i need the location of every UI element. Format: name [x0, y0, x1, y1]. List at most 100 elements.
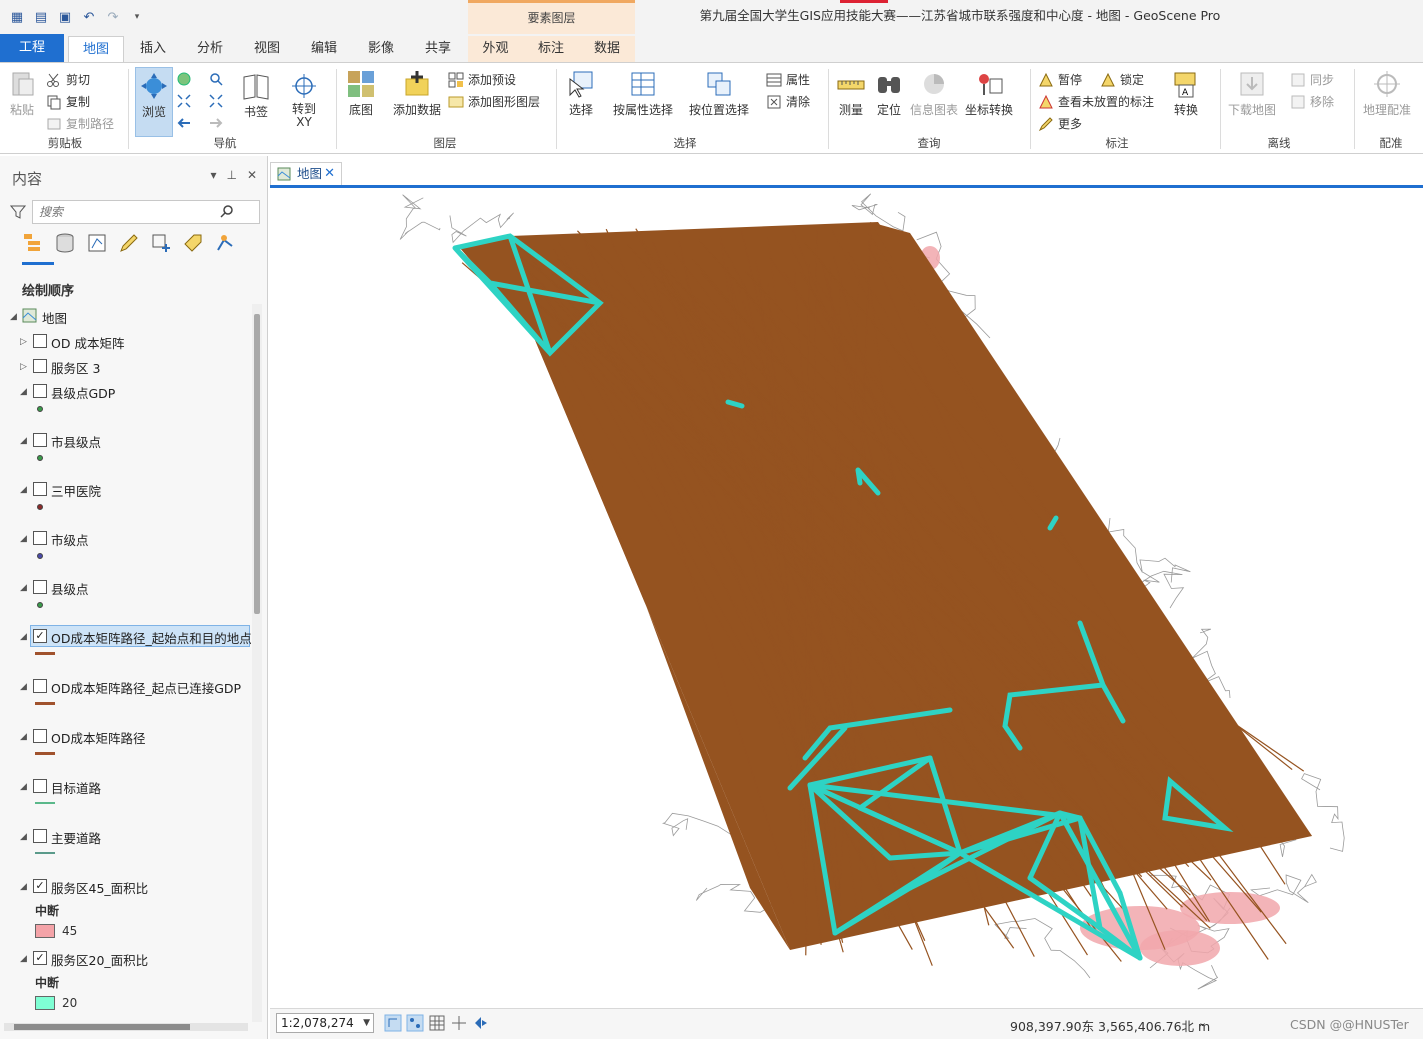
expand-icon[interactable]: ◢ — [20, 632, 27, 642]
line-symbol[interactable] — [35, 852, 55, 854]
tab-edit[interactable]: 编辑 — [299, 36, 349, 62]
snapping-icon[interactable] — [384, 1014, 402, 1032]
more-labeling-button[interactable]: 更多 — [1038, 115, 1082, 132]
lock-labeling-button[interactable]: 锁定 — [1100, 71, 1144, 88]
browse-button[interactable]: 浏览 — [136, 71, 172, 120]
contents-horizontal-scrollbar[interactable] — [4, 1023, 248, 1031]
save-project-icon[interactable]: ▣ — [56, 8, 74, 26]
download-map-button[interactable]: 下载地图 — [1226, 69, 1278, 118]
basemap-button[interactable]: 底图 — [344, 69, 378, 118]
expand-icon[interactable]: ◢ — [20, 782, 27, 792]
polygon-symbol[interactable] — [35, 996, 55, 1010]
add-data-button[interactable]: 添加数据 — [390, 69, 444, 118]
copy-path-button[interactable]: 复制路径 — [46, 115, 114, 132]
measure-button[interactable]: 测量 — [834, 69, 868, 118]
convert-labels-button[interactable]: A 转换 — [1168, 69, 1204, 118]
point-symbol[interactable] — [37, 602, 43, 608]
layer-visibility-checkbox[interactable] — [33, 334, 47, 348]
list-by-snapping-icon[interactable] — [150, 232, 172, 254]
georeference-button[interactable]: 地理配准 — [1358, 69, 1416, 118]
point-symbol[interactable] — [37, 504, 43, 510]
line-symbol[interactable] — [35, 752, 55, 755]
layer-visibility-checkbox[interactable]: ✓ — [33, 951, 47, 965]
customize-qat-icon[interactable]: ▾ — [128, 8, 146, 26]
tab-view[interactable]: 视图 — [242, 36, 292, 62]
expand-icon[interactable]: ◢ — [20, 583, 27, 593]
map-view-tab[interactable]: 地图 ✕ — [270, 162, 342, 186]
point-symbol[interactable] — [37, 455, 43, 461]
tab-analysis[interactable]: 分析 — [185, 36, 235, 62]
select-button[interactable]: 选择 — [564, 69, 598, 118]
paste-button[interactable]: 粘贴 — [6, 69, 38, 118]
locate-button[interactable]: 定位 — [872, 69, 906, 118]
scrollbar-thumb[interactable] — [254, 314, 260, 614]
layer-visibility-checkbox[interactable] — [33, 580, 47, 594]
layer-visibility-checkbox[interactable] — [33, 359, 47, 373]
line-symbol[interactable] — [35, 702, 55, 705]
tab-project[interactable]: 工程 — [0, 34, 64, 62]
search-icon[interactable] — [220, 204, 234, 218]
point-symbol[interactable] — [37, 553, 43, 559]
tab-imagery[interactable]: 影像 — [356, 36, 406, 62]
tab-insert[interactable]: 插入 — [128, 36, 178, 62]
scrollbar-thumb[interactable] — [14, 1024, 190, 1030]
remove-offline-button[interactable]: 移除 — [1290, 93, 1334, 110]
fixed-zoom-out-button[interactable] — [208, 93, 224, 109]
expand-icon[interactable]: ◢ — [20, 485, 27, 495]
view-unplaced-labels-button[interactable]: 查看未放置的标注 — [1038, 93, 1154, 110]
zoom-layer-button[interactable] — [208, 71, 224, 87]
layer-visibility-checkbox[interactable] — [33, 829, 47, 843]
layer-visibility-checkbox[interactable] — [33, 729, 47, 743]
grid-icon[interactable] — [428, 1014, 446, 1032]
list-by-labeling-icon[interactable] — [182, 232, 204, 254]
layer-visibility-checkbox[interactable] — [33, 779, 47, 793]
point-symbol[interactable] — [37, 406, 43, 412]
tab-data[interactable]: 数据 — [579, 36, 635, 62]
next-extent-button[interactable] — [208, 115, 224, 131]
expand-icon[interactable]: ◢ — [20, 732, 27, 742]
full-extent-button[interactable] — [176, 71, 192, 87]
close-icon[interactable]: ✕ — [324, 163, 335, 185]
chevron-down-icon[interactable]: ⌄ — [1198, 1016, 1207, 1029]
previous-extent-button[interactable] — [176, 115, 192, 131]
close-pane-icon[interactable]: ✕ — [247, 168, 257, 182]
expand-icon[interactable]: ◢ — [20, 954, 27, 964]
expand-icon[interactable]: ◢ — [10, 312, 17, 322]
expand-icon[interactable]: ◢ — [20, 832, 27, 842]
layer-visibility-checkbox[interactable] — [33, 482, 47, 496]
line-symbol[interactable] — [35, 652, 55, 655]
layer-visibility-checkbox[interactable]: ✓ — [33, 629, 47, 643]
cut-button[interactable]: 剪切 — [46, 71, 90, 88]
open-project-icon[interactable]: ▤ — [32, 8, 50, 26]
layer-visibility-checkbox[interactable]: ✓ — [33, 879, 47, 893]
list-by-perspective-icon[interactable] — [214, 232, 236, 254]
coordinate-conversion-button[interactable]: 坐标转换 — [962, 69, 1016, 118]
list-by-data-source-icon[interactable] — [54, 232, 76, 254]
constraints-icon[interactable] — [450, 1014, 468, 1032]
fixed-zoom-in-button[interactable] — [176, 93, 192, 109]
expand-icon[interactable]: ◢ — [20, 387, 27, 397]
expand-icon[interactable]: ◢ — [20, 534, 27, 544]
goto-xy-button[interactable]: 转到 XY — [286, 71, 322, 129]
layer-visibility-checkbox[interactable] — [33, 679, 47, 693]
layer-visibility-checkbox[interactable] — [33, 384, 47, 398]
tab-map[interactable]: 地图 — [68, 36, 124, 62]
tab-share[interactable]: 共享 — [413, 36, 463, 62]
contents-vertical-scrollbar[interactable] — [252, 304, 262, 1022]
layer-visibility-checkbox[interactable] — [33, 433, 47, 447]
filter-icon[interactable] — [10, 204, 26, 220]
pane-menu-icon[interactable]: ▾ — [210, 168, 216, 182]
expand-icon[interactable]: ◢ — [20, 682, 27, 692]
list-by-drawing-order-icon[interactable] — [22, 232, 44, 254]
clear-selection-button[interactable]: 清除 — [766, 93, 810, 110]
sync-button[interactable]: 同步 — [1290, 71, 1334, 88]
list-by-selection-icon[interactable] — [86, 232, 108, 254]
tab-labeling[interactable]: 标注 — [523, 36, 579, 62]
undo-icon[interactable]: ↶ — [80, 8, 98, 26]
tab-appearance[interactable]: 外观 — [468, 36, 523, 62]
copy-button[interactable]: 复制 — [46, 93, 90, 110]
expand-icon[interactable]: ◢ — [20, 882, 27, 892]
scale-selector[interactable]: 1:2,078,274 ▼ — [276, 1013, 374, 1033]
list-by-editing-icon[interactable] — [118, 232, 140, 254]
new-project-icon[interactable]: ▦ — [8, 8, 26, 26]
